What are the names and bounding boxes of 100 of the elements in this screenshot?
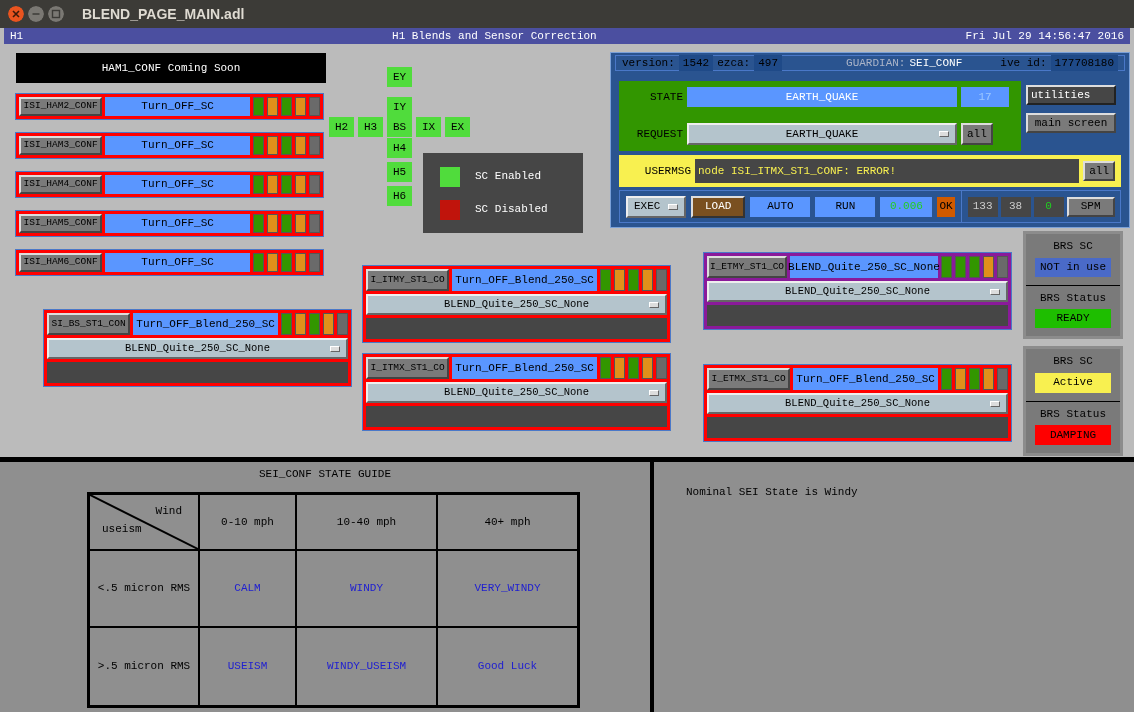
request-menu[interactable]: BLEND_Quite_250_SC_None [707,393,1008,414]
usermsg-field: node ISI_ITMX_ST1_CONF: ERROR! [695,159,1080,183]
menu-indicator-icon [330,346,340,352]
state-name: USEISM [199,627,296,706]
usermsg-label: USERMSG [643,163,691,179]
load-button[interactable]: LOAD [691,195,746,218]
ezca-value: 497 [754,54,783,72]
node-button[interactable]: I_ITMY_ST1_CO [366,269,450,291]
maximize-icon[interactable] [48,6,64,22]
value-readout: 0.006 [880,196,933,217]
version-label: version: [622,55,675,71]
counter-readout: 133 [967,196,998,217]
node-button[interactable]: ISI_HAM3_CONF [19,136,103,155]
menu-indicator-icon [649,390,659,396]
state-name: VERY_WINDY [437,550,578,627]
guardian-name-text: SEI_CONF [909,55,963,71]
state-field: Turn_OFF_Blend_250_SC [793,368,938,390]
state-field: Turn_OFF_SC [105,253,250,272]
brs-status-value: READY [1035,309,1111,328]
brs-sc-value: NOT in use [1035,257,1111,277]
state-field: EARTH_QUAKE [687,87,957,107]
chamber-button[interactable]: IY [387,97,412,117]
node-button[interactable]: SI_BS_ST1_CON [47,313,131,335]
state-name: WINDY_USEISM [296,627,437,706]
guardian-label: GUARDIAN: [846,55,906,71]
legend-label: SC Enabled [475,169,541,185]
request-menu[interactable]: BLEND_Quite_250_SC_None [366,382,667,403]
row-header: useism [102,521,142,537]
brs-status-label: BRS Status [1040,406,1106,422]
display-title: H1 Blends and Sensor Correction [392,29,597,44]
brs-status-label: BRS Status [1040,290,1106,306]
state-field: Turn_OFF_Blend_250_SC [452,357,597,379]
menu-indicator-icon [939,131,949,137]
chamber-button[interactable]: H4 [387,138,412,158]
chamber-button[interactable]: H3 [358,117,383,137]
mode-readout: AUTO [750,196,811,217]
state-name: Good Luck [437,627,578,706]
ok-indicator: OK [937,196,955,217]
window-title: BLEND_PAGE_MAIN.adl [82,4,245,24]
node-button[interactable]: ISI_HAM6_CONF [19,253,103,272]
banner-text: HAM1_CONF Coming Soon [16,53,326,83]
state-field: Turn_OFF_SC [105,175,250,194]
chamber-button[interactable]: BS [387,117,412,137]
all-button[interactable]: all [961,123,993,145]
utilities-menu[interactable]: utilities [1026,85,1116,105]
close-icon[interactable] [8,6,24,22]
guide-title: SEI_CONF STATE GUIDE [258,467,392,482]
request-menu[interactable]: BLEND_Quite_250_SC_None [366,294,667,315]
request-label: REQUEST [635,126,683,142]
node-button[interactable]: ISI_HAM2_CONF [19,97,103,116]
main-screen-button[interactable]: main screen [1026,113,1116,133]
chamber-button[interactable]: EY [387,67,412,87]
column-header: Wind [155,504,182,519]
brs-sc-label: BRS SC [1053,354,1093,369]
node-button[interactable]: I_ITMX_ST1_CO [366,357,450,379]
menu-indicator-icon [990,289,1000,295]
brs-sc-value: Active [1035,372,1111,393]
row-header: >.5 micron RMS [89,627,199,706]
request-menu[interactable]: BLEND_Quite_250_SC_None [707,281,1008,302]
state-field: Turn_OFF_Blend_250_SC [133,313,278,335]
request-menu[interactable]: BLEND_Quite_250_SC_None [47,338,348,359]
note-text: Nominal SEI State is Windy [686,486,858,498]
minimize-icon[interactable] [28,6,44,22]
version-value: 1542 [678,54,714,72]
site-label: H1 [10,29,24,44]
chamber-button[interactable]: EX [445,117,470,137]
chamber-button[interactable]: H5 [387,162,412,182]
ezca-label: ezca: [717,55,751,71]
ive-id-value: 177708180 [1050,54,1118,72]
column-header: 0-10 mph [199,494,296,550]
state-field: Turn_OFF_Blend_250_SC [452,269,597,291]
spm-button[interactable]: SPM [1066,196,1115,217]
node-button[interactable]: ISI_HAM5_CONF [19,214,103,233]
node-button[interactable]: ISI_HAM4_CONF [19,175,103,194]
ive-id-label: ive id: [1000,55,1047,71]
counter-readout: 0 [1033,196,1064,217]
state-label: STATE [649,89,683,105]
request-menu[interactable]: EARTH_QUAKE [687,123,957,145]
date-time: Fri Jul 29 14:56:47 2016 [965,29,1124,44]
chamber-button[interactable]: H2 [329,117,354,137]
mode-readout: RUN [815,196,876,217]
chamber-button[interactable]: IX [416,117,441,137]
exec-menu[interactable]: EXEC [626,195,686,218]
state-field: Turn_OFF_SC [105,136,250,155]
menu-indicator-icon [668,203,678,210]
state-name: WINDY [296,550,437,627]
brs-status-value: DAMPING [1035,425,1111,445]
column-header: 10-40 mph [296,494,437,550]
menu-indicator-icon [990,401,1000,407]
state-name: CALM [199,550,296,627]
column-header: 40+ mph [437,494,578,550]
chamber-button[interactable]: H6 [387,186,412,206]
menu-indicator-icon [649,302,659,308]
state-field: Turn_OFF_SC [105,214,250,233]
all-button[interactable]: all [1083,161,1115,181]
node-button[interactable]: I_ETMY_ST1_CO [707,256,787,278]
brs-sc-label: BRS SC [1053,239,1093,254]
state-index: 17 [961,87,1009,107]
counter-readout: 38 [1000,196,1031,217]
node-button[interactable]: I_ETMX_ST1_CO [707,368,791,390]
